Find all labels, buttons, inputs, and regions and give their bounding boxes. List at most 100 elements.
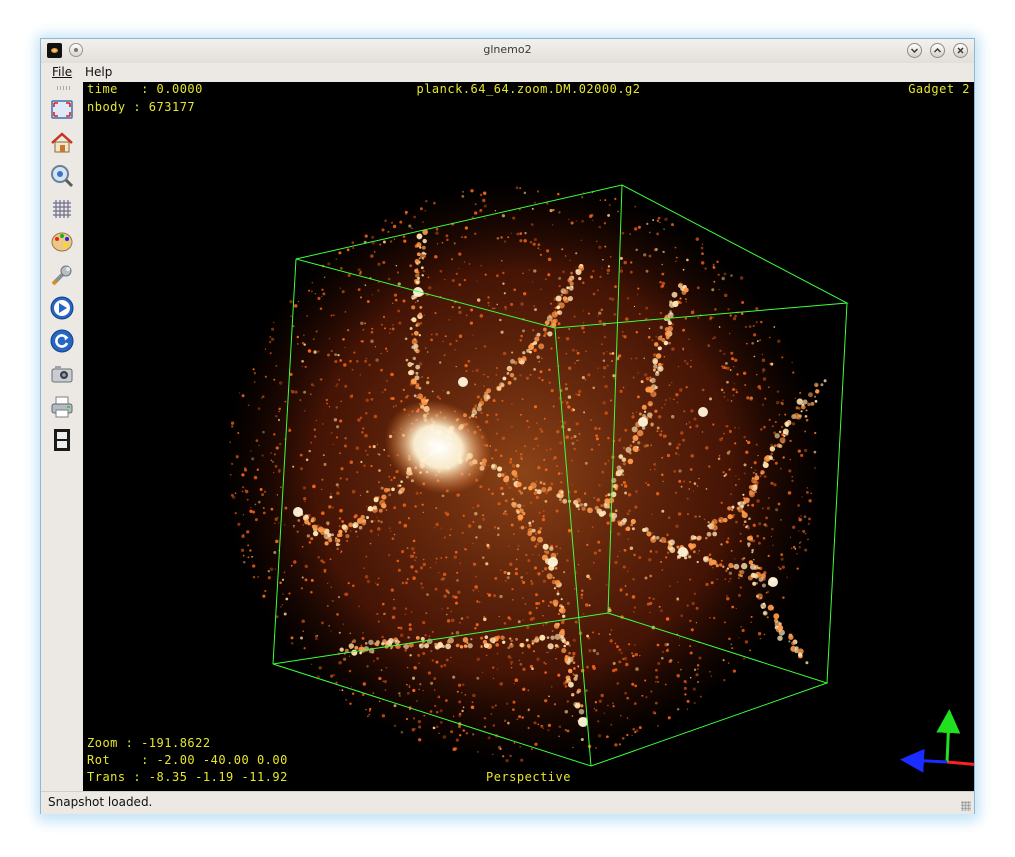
particle [445,658,449,662]
particle [537,715,540,718]
filament-particle [421,274,424,277]
particle [532,242,536,246]
maximize-button[interactable] [930,43,945,58]
particle [619,269,623,273]
particle [485,654,488,657]
particle [376,583,379,586]
particle [381,228,385,232]
filament-particle [760,472,763,475]
particle [509,457,513,461]
particle [541,378,544,382]
fullscreen-button[interactable] [50,98,74,122]
status-bar: Snapshot loaded. [41,791,974,814]
particle [541,517,546,522]
particle [491,492,494,496]
particle [757,385,761,389]
particle [700,246,704,250]
particle [590,213,594,217]
particle [554,647,557,650]
filament-particle [534,545,537,548]
particle [299,399,302,402]
filament-particle [748,517,751,521]
menu-file[interactable]: File [52,65,72,79]
menu-help[interactable]: Help [85,65,112,79]
print-button[interactable] [50,395,74,419]
particle [590,448,594,451]
particle [502,282,505,285]
particle [570,221,574,225]
particle [759,475,762,478]
particle [460,617,464,620]
particle [467,524,472,528]
particle [522,364,524,367]
particle [804,448,808,453]
resize-grip[interactable] [961,801,971,811]
palette-button[interactable] [50,230,74,254]
particle [253,475,258,480]
particle [371,235,375,239]
particle [322,454,325,457]
reload-button[interactable] [50,329,74,353]
home-button[interactable] [50,131,74,155]
settings-button[interactable] [50,263,74,287]
particle [582,310,584,312]
particle [340,467,344,471]
particle [273,378,276,381]
particle [513,288,516,292]
particle [691,601,695,606]
particle [351,489,356,494]
particle [330,492,332,495]
particle [370,465,373,468]
minimize-button[interactable] [907,43,922,58]
particle [592,648,596,653]
title-bar[interactable]: glnemo2 [41,39,974,64]
screenshot-button[interactable] [50,362,74,386]
particle [512,708,515,711]
particle [618,743,622,746]
particle [689,480,692,483]
particle [723,352,726,356]
close-button[interactable] [953,43,968,58]
particle [392,224,397,229]
particle [458,310,462,315]
grid-icon [53,200,71,218]
particle [310,590,313,594]
particle [355,359,359,363]
particle [645,377,650,381]
particle [426,593,429,596]
zoom-fit-button[interactable] [50,164,74,188]
gl-viewport[interactable]: time : 0.0000 nbody : 673177 planck.64_6… [83,82,974,791]
particle [598,225,602,229]
movie-button[interactable] [50,428,74,452]
particle [406,578,409,581]
particle [557,472,561,475]
particle [501,399,504,403]
particle [606,584,608,586]
particle [524,231,527,235]
particle [586,574,590,579]
particle [416,700,418,702]
grid-button[interactable] [50,197,74,221]
particle [364,433,368,438]
particle [456,690,459,693]
particle [402,503,407,507]
particle [585,665,590,669]
particle [609,352,612,355]
particle [648,231,651,234]
particle [770,535,773,537]
particle [692,490,695,492]
particle [383,680,387,684]
particle [664,399,668,402]
play-button[interactable] [50,296,74,320]
toolbar-grip[interactable] [57,86,71,90]
particle [412,539,416,543]
particle [703,518,706,521]
particle [727,308,730,311]
filament-particle [522,351,526,355]
particle [689,676,692,679]
particle [338,631,341,634]
particle [238,392,241,394]
particle [688,488,691,490]
filament-particle [506,372,510,375]
particle [676,446,679,450]
